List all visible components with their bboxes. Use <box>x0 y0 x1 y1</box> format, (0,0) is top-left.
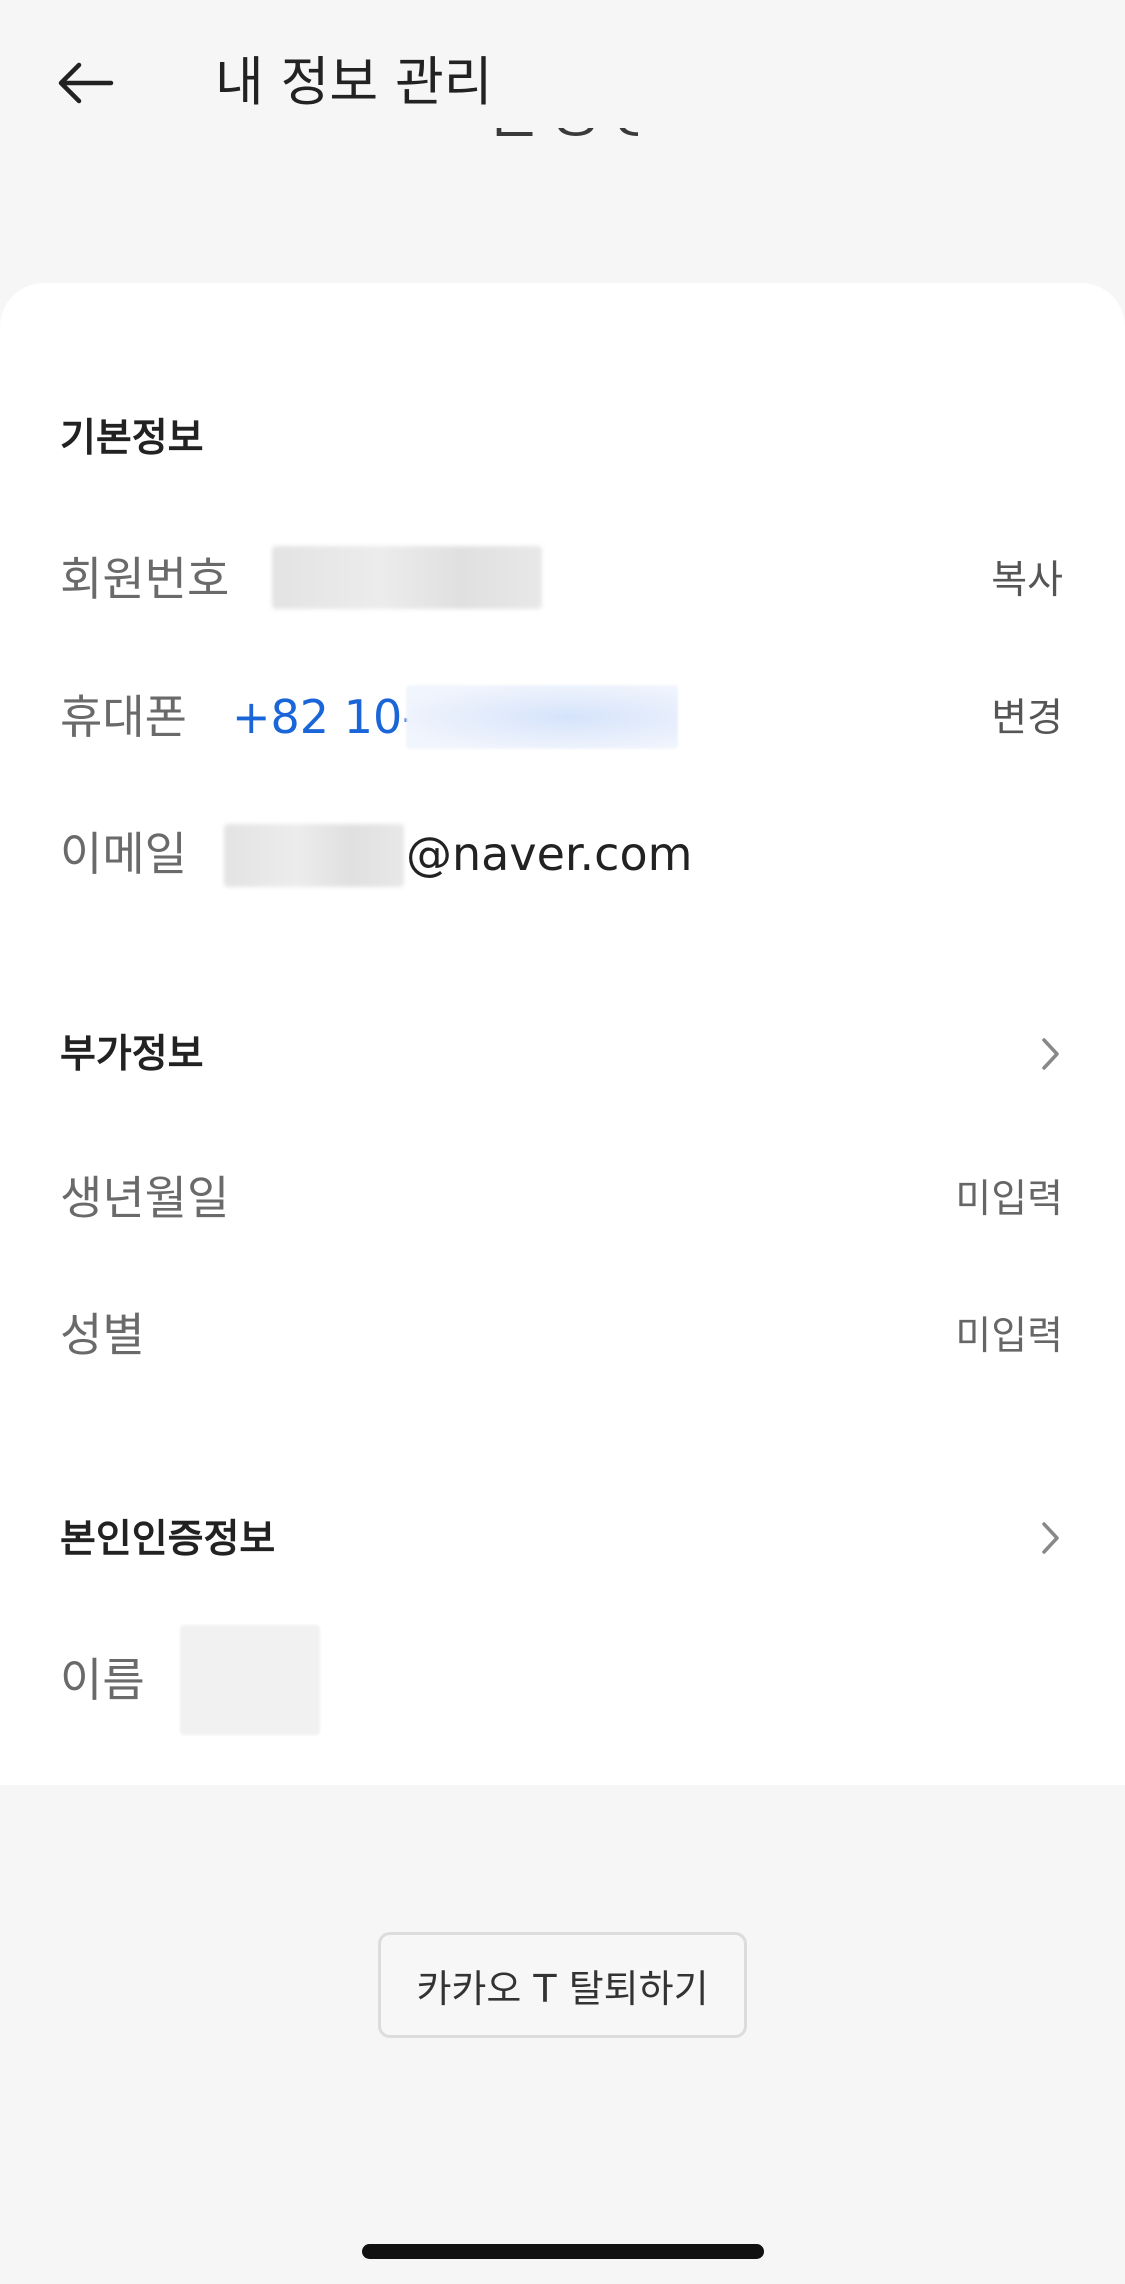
email-redacted <box>224 824 404 887</box>
section-title-basic: 기본정보 <box>60 416 204 461</box>
page-title: 내 정보 관리 <box>215 52 493 113</box>
birthdate-label: 생년월일 <box>60 1171 230 1225</box>
member-number-redacted <box>272 546 542 609</box>
withdraw-button[interactable]: 카카오 T 탈퇴하기 <box>378 1932 747 2038</box>
email-value: @naver.com <box>406 827 693 881</box>
home-indicator <box>362 2244 764 2259</box>
section-title-verification: 본인인증정보 <box>60 1517 276 1562</box>
scrolled-profile-text: ᄃᄋᄋ <box>488 128 638 173</box>
back-button[interactable] <box>50 48 120 118</box>
gender-value: 미입력 <box>955 1314 1063 1359</box>
name-redacted <box>180 1625 320 1735</box>
chevron-right-icon[interactable] <box>1035 1518 1065 1558</box>
phone-redacted <box>406 685 678 749</box>
change-phone-button[interactable]: 변경 <box>991 691 1063 747</box>
phone-label: 휴대폰 <box>60 690 187 744</box>
chevron-right-icon[interactable] <box>1035 1034 1065 1074</box>
back-arrow-icon <box>58 62 114 104</box>
birthdate-value: 미입력 <box>955 1177 1063 1222</box>
copy-button[interactable]: 복사 <box>991 553 1063 609</box>
screen: 내 정보 관리 ᄃᄋᄋ 기본정보 회원번호 복사 휴대폰 +82 10- 변경 … <box>0 0 1125 2284</box>
section-title-additional: 부가정보 <box>60 1032 204 1077</box>
member-number-label: 회원번호 <box>60 552 230 606</box>
name-label: 이름 <box>60 1653 145 1707</box>
phone-value: +82 10- <box>232 690 419 744</box>
email-label: 이메일 <box>60 827 187 881</box>
gender-label: 성별 <box>60 1308 145 1362</box>
header: 내 정보 관리 ᄃᄋᄋ <box>0 0 1125 173</box>
